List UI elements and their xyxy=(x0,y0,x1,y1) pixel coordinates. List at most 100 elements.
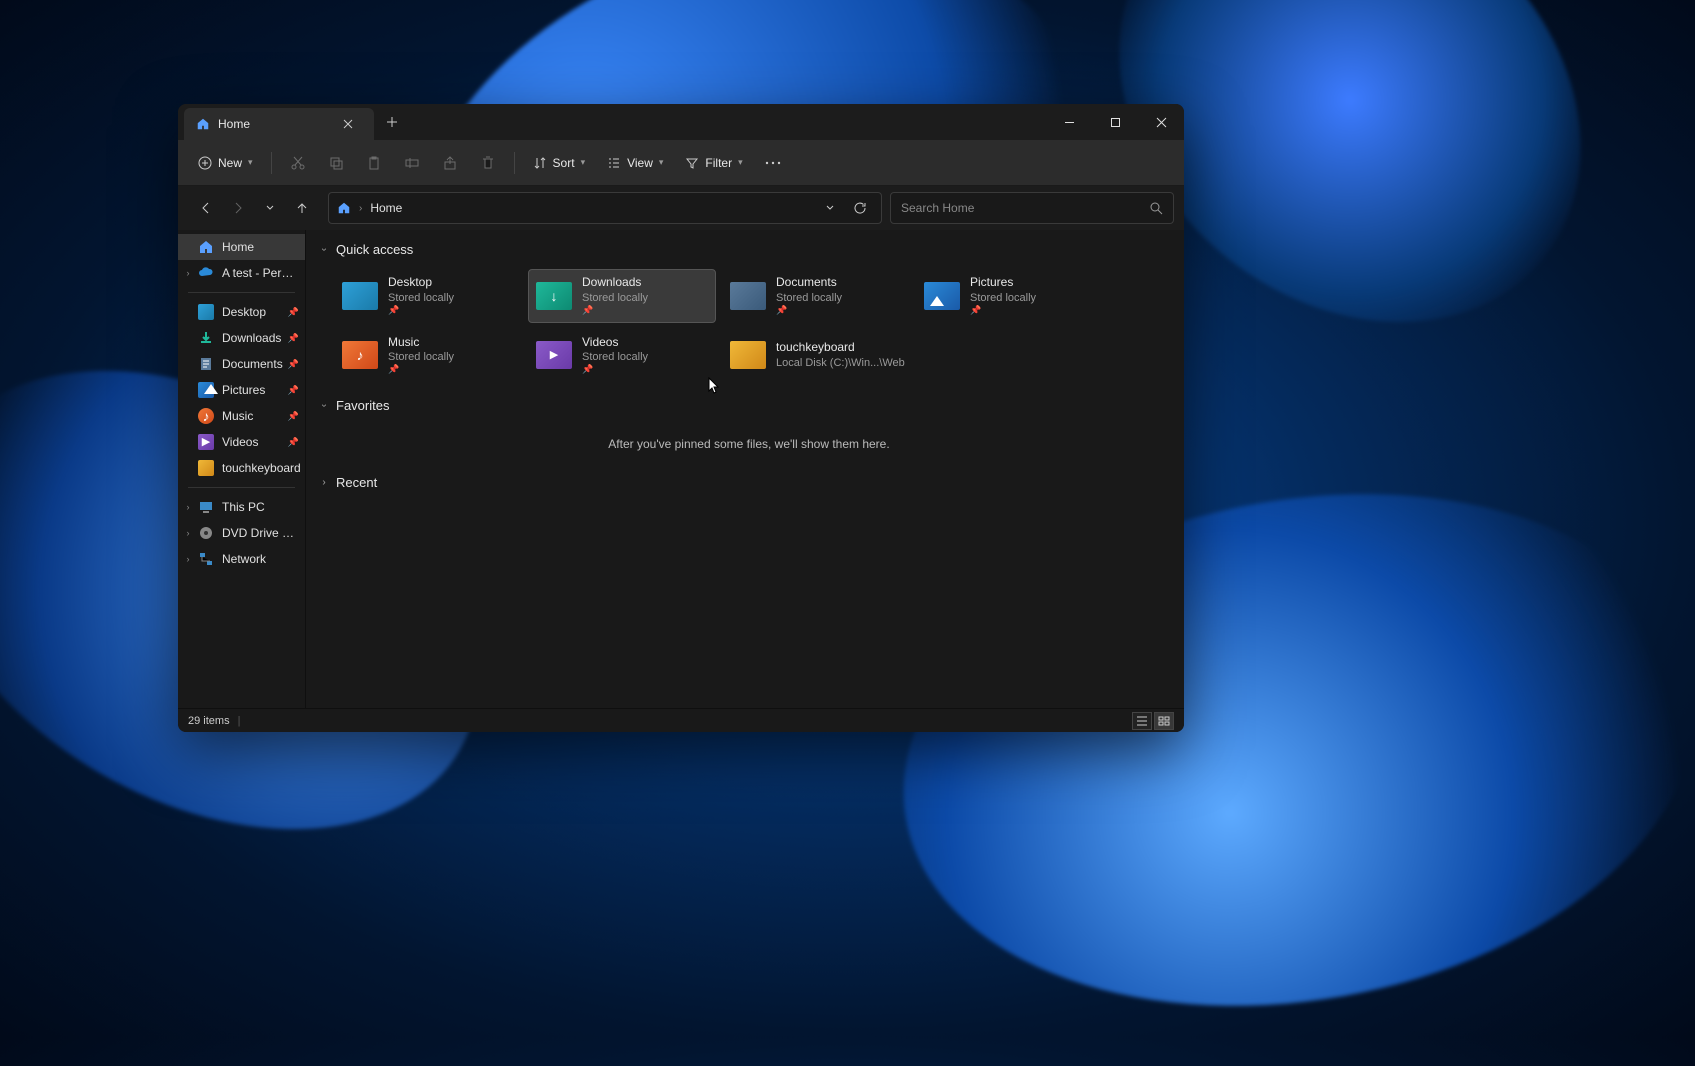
tab-close-button[interactable] xyxy=(334,110,362,138)
quick-access-item-videos[interactable]: VideosStored locally📌 xyxy=(528,329,716,383)
item-name: Desktop xyxy=(388,275,454,291)
sidebar-item-dvd[interactable]: › DVD Drive (D:) CCCOMA_X64FRE xyxy=(178,520,305,546)
share-button[interactable] xyxy=(432,149,468,177)
view-icon xyxy=(607,156,621,170)
chevron-right-icon[interactable]: › xyxy=(182,554,194,564)
quick-access-item-music[interactable]: MusicStored locally📌 xyxy=(334,329,522,383)
item-name: touchkeyboard xyxy=(776,340,905,356)
network-icon xyxy=(198,551,214,567)
minimize-button[interactable] xyxy=(1046,104,1092,140)
desktop-icon xyxy=(342,282,378,310)
sidebar-item-label: A test - Personal xyxy=(222,266,297,280)
new-button[interactable]: New ▾ xyxy=(188,150,263,176)
sidebar-item-label: Network xyxy=(222,552,266,566)
cut-button[interactable] xyxy=(280,149,316,177)
favorites-empty-message: After you've pinned some files, we'll sh… xyxy=(314,417,1184,471)
item-sublabel: Stored locally xyxy=(582,291,648,305)
tab-home[interactable]: Home xyxy=(184,108,374,140)
more-button[interactable] xyxy=(755,155,791,171)
recent-locations-button[interactable] xyxy=(256,194,284,222)
sidebar-item-label: Pictures xyxy=(222,383,265,397)
address-bar[interactable]: › Home xyxy=(328,192,882,224)
separator xyxy=(188,487,295,488)
separator xyxy=(271,152,272,174)
maximize-button[interactable] xyxy=(1092,104,1138,140)
section-quick-access[interactable]: › Quick access xyxy=(314,238,1184,261)
chevron-right-icon[interactable]: › xyxy=(182,502,194,512)
search-input[interactable] xyxy=(901,201,1149,215)
paste-button[interactable] xyxy=(356,149,392,177)
sidebar-item-music[interactable]: Music 📌 xyxy=(178,403,305,429)
search-box[interactable] xyxy=(890,192,1174,224)
music-icon xyxy=(198,408,214,424)
section-favorites[interactable]: › Favorites xyxy=(314,394,1184,417)
quick-access-item-touchkeyboard[interactable]: touchkeyboardLocal Disk (C:)\Win...\Web xyxy=(722,329,910,383)
sort-button[interactable]: Sort ▾ xyxy=(523,150,596,176)
close-window-button[interactable] xyxy=(1138,104,1184,140)
chevron-right-icon[interactable]: › xyxy=(182,528,194,538)
sidebar-item-videos[interactable]: Videos 📌 xyxy=(178,429,305,455)
close-icon xyxy=(1156,117,1167,128)
section-recent[interactable]: › Recent xyxy=(314,471,1184,494)
sidebar: Home › A test - Personal Desktop 📌 Downl… xyxy=(178,230,306,708)
sidebar-item-home[interactable]: Home xyxy=(178,234,305,260)
filter-icon xyxy=(685,156,699,170)
sidebar-item-network[interactable]: › Network xyxy=(178,546,305,572)
chevron-down-icon: ▾ xyxy=(248,157,253,168)
address-dropdown-button[interactable] xyxy=(817,195,843,221)
home-icon xyxy=(198,239,214,255)
pin-icon: 📌 xyxy=(288,359,299,370)
forward-button[interactable] xyxy=(224,194,252,222)
sidebar-item-thispc[interactable]: › This PC xyxy=(178,494,305,520)
arrow-up-icon xyxy=(295,201,309,215)
pin-icon: 📌 xyxy=(582,364,648,376)
sidebar-item-downloads[interactable]: Downloads 📌 xyxy=(178,325,305,351)
filter-button[interactable]: Filter ▾ xyxy=(675,150,752,176)
new-label: New xyxy=(218,156,242,170)
sidebar-item-desktop[interactable]: Desktop 📌 xyxy=(178,299,305,325)
quick-access-item-pictures[interactable]: PicturesStored locally📌 xyxy=(916,269,1104,323)
refresh-button[interactable] xyxy=(847,195,873,221)
quick-access-item-desktop[interactable]: DesktopStored locally📌 xyxy=(334,269,522,323)
maximize-icon xyxy=(1110,117,1121,128)
sidebar-item-onedrive[interactable]: › A test - Personal xyxy=(178,260,305,286)
item-count: 29 items xyxy=(188,715,230,727)
delete-icon xyxy=(480,155,496,171)
chevron-down-icon: › xyxy=(319,400,330,412)
copy-button[interactable] xyxy=(318,149,354,177)
downloads-icon xyxy=(198,330,214,346)
videos-icon xyxy=(536,341,572,369)
pin-icon: 📌 xyxy=(288,385,299,396)
sidebar-item-pictures[interactable]: Pictures 📌 xyxy=(178,377,305,403)
pin-icon: 📌 xyxy=(776,305,842,317)
quick-access-grid: DesktopStored locally📌DownloadsStored lo… xyxy=(314,261,1184,394)
folder-icon xyxy=(730,341,766,369)
sidebar-item-touchkeyboard[interactable]: touchkeyboard xyxy=(178,455,305,481)
chevron-right-icon[interactable]: › xyxy=(182,268,194,278)
breadcrumb-home[interactable]: Home xyxy=(370,201,402,215)
new-tab-button[interactable] xyxy=(374,104,410,140)
chevron-down-icon: ▾ xyxy=(738,157,743,168)
quick-access-item-documents[interactable]: DocumentsStored locally📌 xyxy=(722,269,910,323)
up-button[interactable] xyxy=(288,194,316,222)
new-icon xyxy=(198,156,212,170)
delete-button[interactable] xyxy=(470,149,506,177)
item-sublabel: Stored locally xyxy=(388,291,454,305)
details-view-button[interactable] xyxy=(1132,712,1152,730)
item-name: Documents xyxy=(776,275,842,291)
thumbnails-view-button[interactable] xyxy=(1154,712,1174,730)
item-sublabel: Stored locally xyxy=(388,350,454,364)
item-name: Downloads xyxy=(582,275,648,291)
sidebar-item-documents[interactable]: Documents 📌 xyxy=(178,351,305,377)
close-icon xyxy=(343,119,353,129)
view-button[interactable]: View ▾ xyxy=(597,150,673,176)
minimize-icon xyxy=(1064,117,1075,128)
rename-button[interactable] xyxy=(394,149,430,177)
list-icon xyxy=(1136,716,1148,726)
back-button[interactable] xyxy=(192,194,220,222)
sidebar-item-label: Videos xyxy=(222,435,258,449)
quick-access-item-downloads[interactable]: DownloadsStored locally📌 xyxy=(528,269,716,323)
pc-icon xyxy=(198,499,214,515)
chevron-right-icon: › xyxy=(318,477,330,488)
titlebar: Home xyxy=(178,104,1184,140)
